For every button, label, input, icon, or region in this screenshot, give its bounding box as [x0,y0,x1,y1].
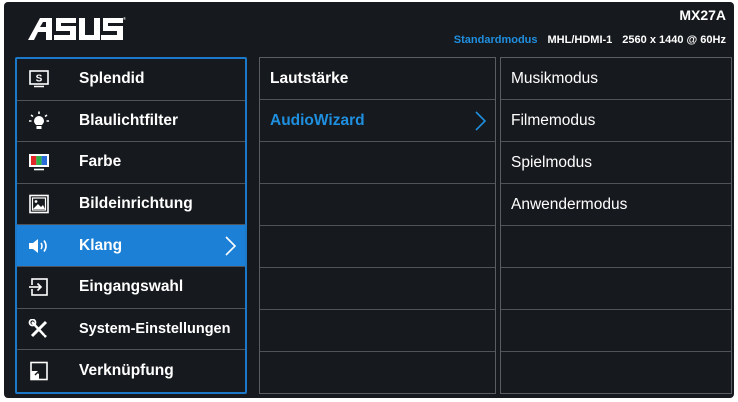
current-input: MHL/HDMI-1 [547,34,613,46]
submenu-item-empty [260,142,495,184]
menu-item-system-einstellungen[interactable]: System-Einstellungen [17,309,245,351]
svg-text:S: S [36,74,43,85]
menu-label: Farbe [79,153,122,171]
option-label: Filmemodus [511,111,596,129]
options-list: Musikmodus Filmemodus Spielmodus Anwende… [500,57,732,394]
menu-item-klang[interactable]: Klang [17,225,245,267]
menu-item-verknuepfung[interactable]: Verknüpfung [17,350,245,392]
shortcut-icon [27,361,51,381]
menu-label: Bildeinrichtung [79,195,193,213]
menu-item-splendid[interactable]: S Splendid [17,59,245,101]
menu-item-eingangswahl[interactable]: Eingangswahl [17,267,245,309]
chevron-right-icon [475,111,487,131]
submenu-item-empty [260,352,495,394]
osd-panel: ® MX27A Standardmodus MHL/HDMI-1 2560 x … [4,2,734,398]
option-empty [501,226,731,268]
splendid-icon: S [27,69,51,89]
model-name: MX27A [679,7,726,23]
bluelight-icon [27,111,51,131]
submenu-item-lautstaerke[interactable]: Lautstärke [260,58,495,100]
option-label: Musikmodus [511,69,598,87]
option-label: Spielmodus [511,153,592,171]
submenu-item-audiowizard[interactable]: AudioWizard [260,100,495,142]
menu-label: Blaulichtfilter [79,111,179,129]
asus-logo: ® [28,16,126,40]
speaker-icon [27,236,51,256]
menu-label: Splendid [79,70,145,88]
option-empty [501,352,731,394]
color-icon [27,152,51,172]
menu-item-farbe[interactable]: Farbe [17,142,245,184]
submenu-item-empty [260,268,495,310]
status-bar: Standardmodus MHL/HDMI-1 2560 x 1440 @ 6… [454,34,726,46]
chevron-right-icon [225,236,237,256]
image-icon [27,194,51,214]
tools-icon [27,318,51,339]
menu-label: Eingangswahl [79,278,184,296]
option-label: Anwendermodus [511,195,628,213]
option-filmemodus[interactable]: Filmemodus [501,100,731,142]
menu-label: Klang [79,236,123,254]
option-empty [501,310,731,352]
menu-label: Verknüpfung [79,361,174,379]
submenu-label: AudioWizard [270,111,365,129]
option-empty [501,268,731,310]
submenu-label: Lautstärke [270,69,349,87]
current-mode: Standardmodus [453,34,538,46]
option-musikmodus[interactable]: Musikmodus [501,58,731,100]
option-spielmodus[interactable]: Spielmodus [501,142,731,184]
input-icon [27,277,51,297]
main-menu: S Splendid Blaulichtfilter Farbe Bildein… [15,57,247,394]
submenu-item-empty [260,184,495,226]
menu-label: System-Einstellungen [79,320,231,337]
svg-text:®: ® [123,16,126,21]
menu-item-bildeinrichtung[interactable]: Bildeinrichtung [17,184,245,226]
menu-item-blaulichtfilter[interactable]: Blaulichtfilter [17,101,245,143]
current-resolution: 2560 x 1440 @ 60Hz [622,34,726,46]
submenu-item-empty [260,310,495,352]
option-anwendermodus[interactable]: Anwendermodus [501,184,731,226]
submenu-item-empty [260,226,495,268]
submenu: Lautstärke AudioWizard [259,57,496,394]
